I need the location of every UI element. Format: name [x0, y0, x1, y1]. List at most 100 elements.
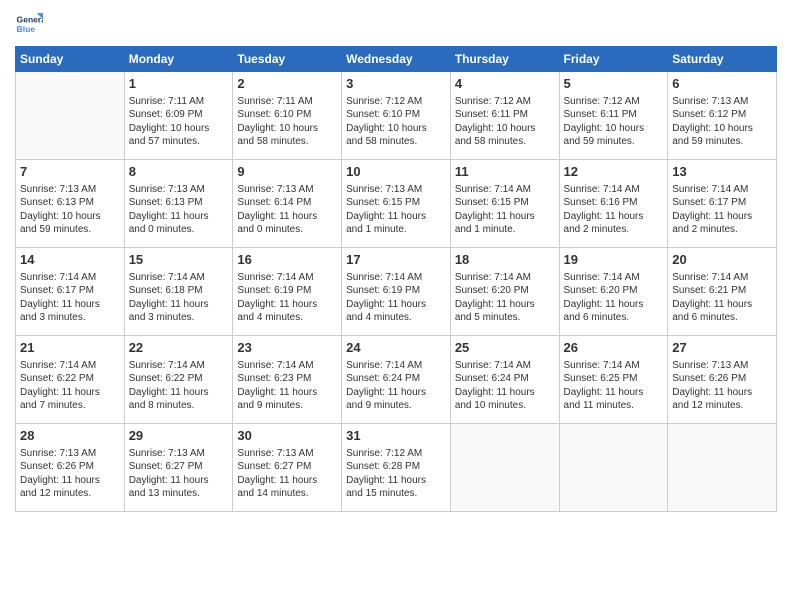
calendar-cell: 6 Sunrise: 7:13 AM Sunset: 6:12 PM Daylig… — [668, 72, 777, 160]
svg-text:Blue: Blue — [17, 24, 36, 34]
cell-info: Sunrise: 7:13 AM Sunset: 6:13 PM Dayligh… — [20, 183, 120, 237]
day-number: 7 — [20, 163, 120, 181]
calendar-cell — [559, 424, 668, 512]
weekday-header-friday: Friday — [559, 47, 668, 72]
calendar-cell: 18 Sunrise: 7:14 AM Sunset: 6:20 PM Dayli… — [450, 248, 559, 336]
calendar-cell: 1 Sunrise: 7:11 AM Sunset: 6:09 PM Daylig… — [124, 72, 233, 160]
day-number: 23 — [237, 339, 337, 357]
cell-info: Sunrise: 7:11 AM Sunset: 6:10 PM Dayligh… — [237, 95, 337, 149]
weekday-header-tuesday: Tuesday — [233, 47, 342, 72]
day-number: 20 — [672, 251, 772, 269]
calendar-cell: 31Sunrise: 7:12 AM Sunset: 6:28 PM Dayli… — [342, 424, 451, 512]
calendar-cell: 28Sunrise: 7:13 AM Sunset: 6:26 PM Dayli… — [16, 424, 125, 512]
calendar-cell: 24 Sunrise: 7:14 AM Sunset: 6:24 PM Dayli… — [342, 336, 451, 424]
week-row-0: 1 Sunrise: 7:11 AM Sunset: 6:09 PM Daylig… — [16, 72, 777, 160]
weekday-header-row: SundayMondayTuesdayWednesdayThursdayFrid… — [16, 47, 777, 72]
day-number: 11 — [455, 163, 555, 181]
calendar-cell: 25Sunrise: 7:14 AM Sunset: 6:24 PM Dayli… — [450, 336, 559, 424]
calendar-cell — [16, 72, 125, 160]
cell-info: Sunrise: 7:13 AM Sunset: 6:14 PM Dayligh… — [237, 183, 337, 237]
day-number: 8 — [129, 163, 229, 181]
cell-info: Sunrise: 7:13 AM Sunset: 6:26 PM Dayligh… — [672, 359, 772, 413]
day-number: 31 — [346, 427, 446, 445]
cell-info: Sunrise: 7:14 AM Sunset: 6:19 PM Dayligh… — [237, 271, 337, 325]
cell-info: Sunrise: 7:14 AM Sunset: 6:20 PM Dayligh… — [455, 271, 555, 325]
cell-info: Sunrise: 7:14 AM Sunset: 6:25 PM Dayligh… — [564, 359, 664, 413]
logo: General Blue — [15, 10, 43, 38]
cell-info: Sunrise: 7:14 AM Sunset: 6:22 PM Dayligh… — [20, 359, 120, 413]
cell-info: Sunrise: 7:14 AM Sunset: 6:24 PM Dayligh… — [346, 359, 446, 413]
calendar-cell: 9 Sunrise: 7:13 AM Sunset: 6:14 PM Daylig… — [233, 160, 342, 248]
calendar-cell: 12Sunrise: 7:14 AM Sunset: 6:16 PM Dayli… — [559, 160, 668, 248]
cell-info: Sunrise: 7:13 AM Sunset: 6:13 PM Dayligh… — [129, 183, 229, 237]
day-number: 10 — [346, 163, 446, 181]
weekday-header-sunday: Sunday — [16, 47, 125, 72]
day-number: 12 — [564, 163, 664, 181]
week-row-3: 21 Sunrise: 7:14 AM Sunset: 6:22 PM Dayli… — [16, 336, 777, 424]
cell-info: Sunrise: 7:14 AM Sunset: 6:20 PM Dayligh… — [564, 271, 664, 325]
day-number: 6 — [672, 75, 772, 93]
day-number: 17 — [346, 251, 446, 269]
day-number: 22 — [129, 339, 229, 357]
cell-info: Sunrise: 7:13 AM Sunset: 6:27 PM Dayligh… — [129, 447, 229, 501]
cell-info: Sunrise: 7:11 AM Sunset: 6:09 PM Dayligh… — [129, 95, 229, 149]
calendar-cell: 14 Sunrise: 7:14 AM Sunset: 6:17 PM Dayli… — [16, 248, 125, 336]
day-number: 24 — [346, 339, 446, 357]
calendar-cell: 13 Sunrise: 7:14 AM Sunset: 6:17 PM Dayli… — [668, 160, 777, 248]
calendar-cell: 27 Sunrise: 7:13 AM Sunset: 6:26 PM Dayli… — [668, 336, 777, 424]
header: General Blue — [15, 10, 777, 38]
day-number: 19 — [564, 251, 664, 269]
day-number: 18 — [455, 251, 555, 269]
day-number: 13 — [672, 163, 772, 181]
logo-icon: General Blue — [15, 10, 43, 38]
cell-info: Sunrise: 7:14 AM Sunset: 6:17 PM Dayligh… — [20, 271, 120, 325]
svg-text:General: General — [17, 14, 43, 24]
day-number: 3 — [346, 75, 446, 93]
calendar-cell: 3 Sunrise: 7:12 AM Sunset: 6:10 PM Daylig… — [342, 72, 451, 160]
cell-info: Sunrise: 7:14 AM Sunset: 6:21 PM Dayligh… — [672, 271, 772, 325]
calendar-cell — [450, 424, 559, 512]
calendar-cell — [668, 424, 777, 512]
cell-info: Sunrise: 7:14 AM Sunset: 6:17 PM Dayligh… — [672, 183, 772, 237]
cell-info: Sunrise: 7:14 AM Sunset: 6:19 PM Dayligh… — [346, 271, 446, 325]
page-container: General Blue SundayMondayTuesdayWednesda… — [0, 0, 792, 522]
day-number: 4 — [455, 75, 555, 93]
calendar-cell: 4 Sunrise: 7:12 AM Sunset: 6:11 PM Daylig… — [450, 72, 559, 160]
day-number: 5 — [564, 75, 664, 93]
day-number: 27 — [672, 339, 772, 357]
day-number: 1 — [129, 75, 229, 93]
cell-info: Sunrise: 7:14 AM Sunset: 6:23 PM Dayligh… — [237, 359, 337, 413]
calendar-cell: 2Sunrise: 7:11 AM Sunset: 6:10 PM Daylig… — [233, 72, 342, 160]
day-number: 14 — [20, 251, 120, 269]
cell-info: Sunrise: 7:14 AM Sunset: 6:15 PM Dayligh… — [455, 183, 555, 237]
day-number: 16 — [237, 251, 337, 269]
cell-info: Sunrise: 7:12 AM Sunset: 6:10 PM Dayligh… — [346, 95, 446, 149]
calendar-cell: 30Sunrise: 7:13 AM Sunset: 6:27 PM Dayli… — [233, 424, 342, 512]
calendar-cell: 21 Sunrise: 7:14 AM Sunset: 6:22 PM Dayli… — [16, 336, 125, 424]
calendar-cell: 7 Sunrise: 7:13 AM Sunset: 6:13 PM Daylig… — [16, 160, 125, 248]
week-row-1: 7 Sunrise: 7:13 AM Sunset: 6:13 PM Daylig… — [16, 160, 777, 248]
calendar-cell: 17 Sunrise: 7:14 AM Sunset: 6:19 PM Dayli… — [342, 248, 451, 336]
day-number: 21 — [20, 339, 120, 357]
day-number: 25 — [455, 339, 555, 357]
day-number: 26 — [564, 339, 664, 357]
week-row-2: 14 Sunrise: 7:14 AM Sunset: 6:17 PM Dayli… — [16, 248, 777, 336]
cell-info: Sunrise: 7:13 AM Sunset: 6:12 PM Dayligh… — [672, 95, 772, 149]
cell-info: Sunrise: 7:13 AM Sunset: 6:26 PM Dayligh… — [20, 447, 120, 501]
day-number: 9 — [237, 163, 337, 181]
day-number: 29 — [129, 427, 229, 445]
weekday-header-wednesday: Wednesday — [342, 47, 451, 72]
day-number: 15 — [129, 251, 229, 269]
calendar-cell: 20 Sunrise: 7:14 AM Sunset: 6:21 PM Dayli… — [668, 248, 777, 336]
calendar-cell: 19 Sunrise: 7:14 AM Sunset: 6:20 PM Dayli… — [559, 248, 668, 336]
day-number: 30 — [237, 427, 337, 445]
cell-info: Sunrise: 7:12 AM Sunset: 6:11 PM Dayligh… — [455, 95, 555, 149]
week-row-4: 28Sunrise: 7:13 AM Sunset: 6:26 PM Dayli… — [16, 424, 777, 512]
calendar-cell: 26 Sunrise: 7:14 AM Sunset: 6:25 PM Dayli… — [559, 336, 668, 424]
weekday-header-saturday: Saturday — [668, 47, 777, 72]
calendar-table: SundayMondayTuesdayWednesdayThursdayFrid… — [15, 46, 777, 512]
cell-info: Sunrise: 7:13 AM Sunset: 6:15 PM Dayligh… — [346, 183, 446, 237]
calendar-cell: 8 Sunrise: 7:13 AM Sunset: 6:13 PM Daylig… — [124, 160, 233, 248]
calendar-cell: 11 Sunrise: 7:14 AM Sunset: 6:15 PM Dayli… — [450, 160, 559, 248]
weekday-header-monday: Monday — [124, 47, 233, 72]
